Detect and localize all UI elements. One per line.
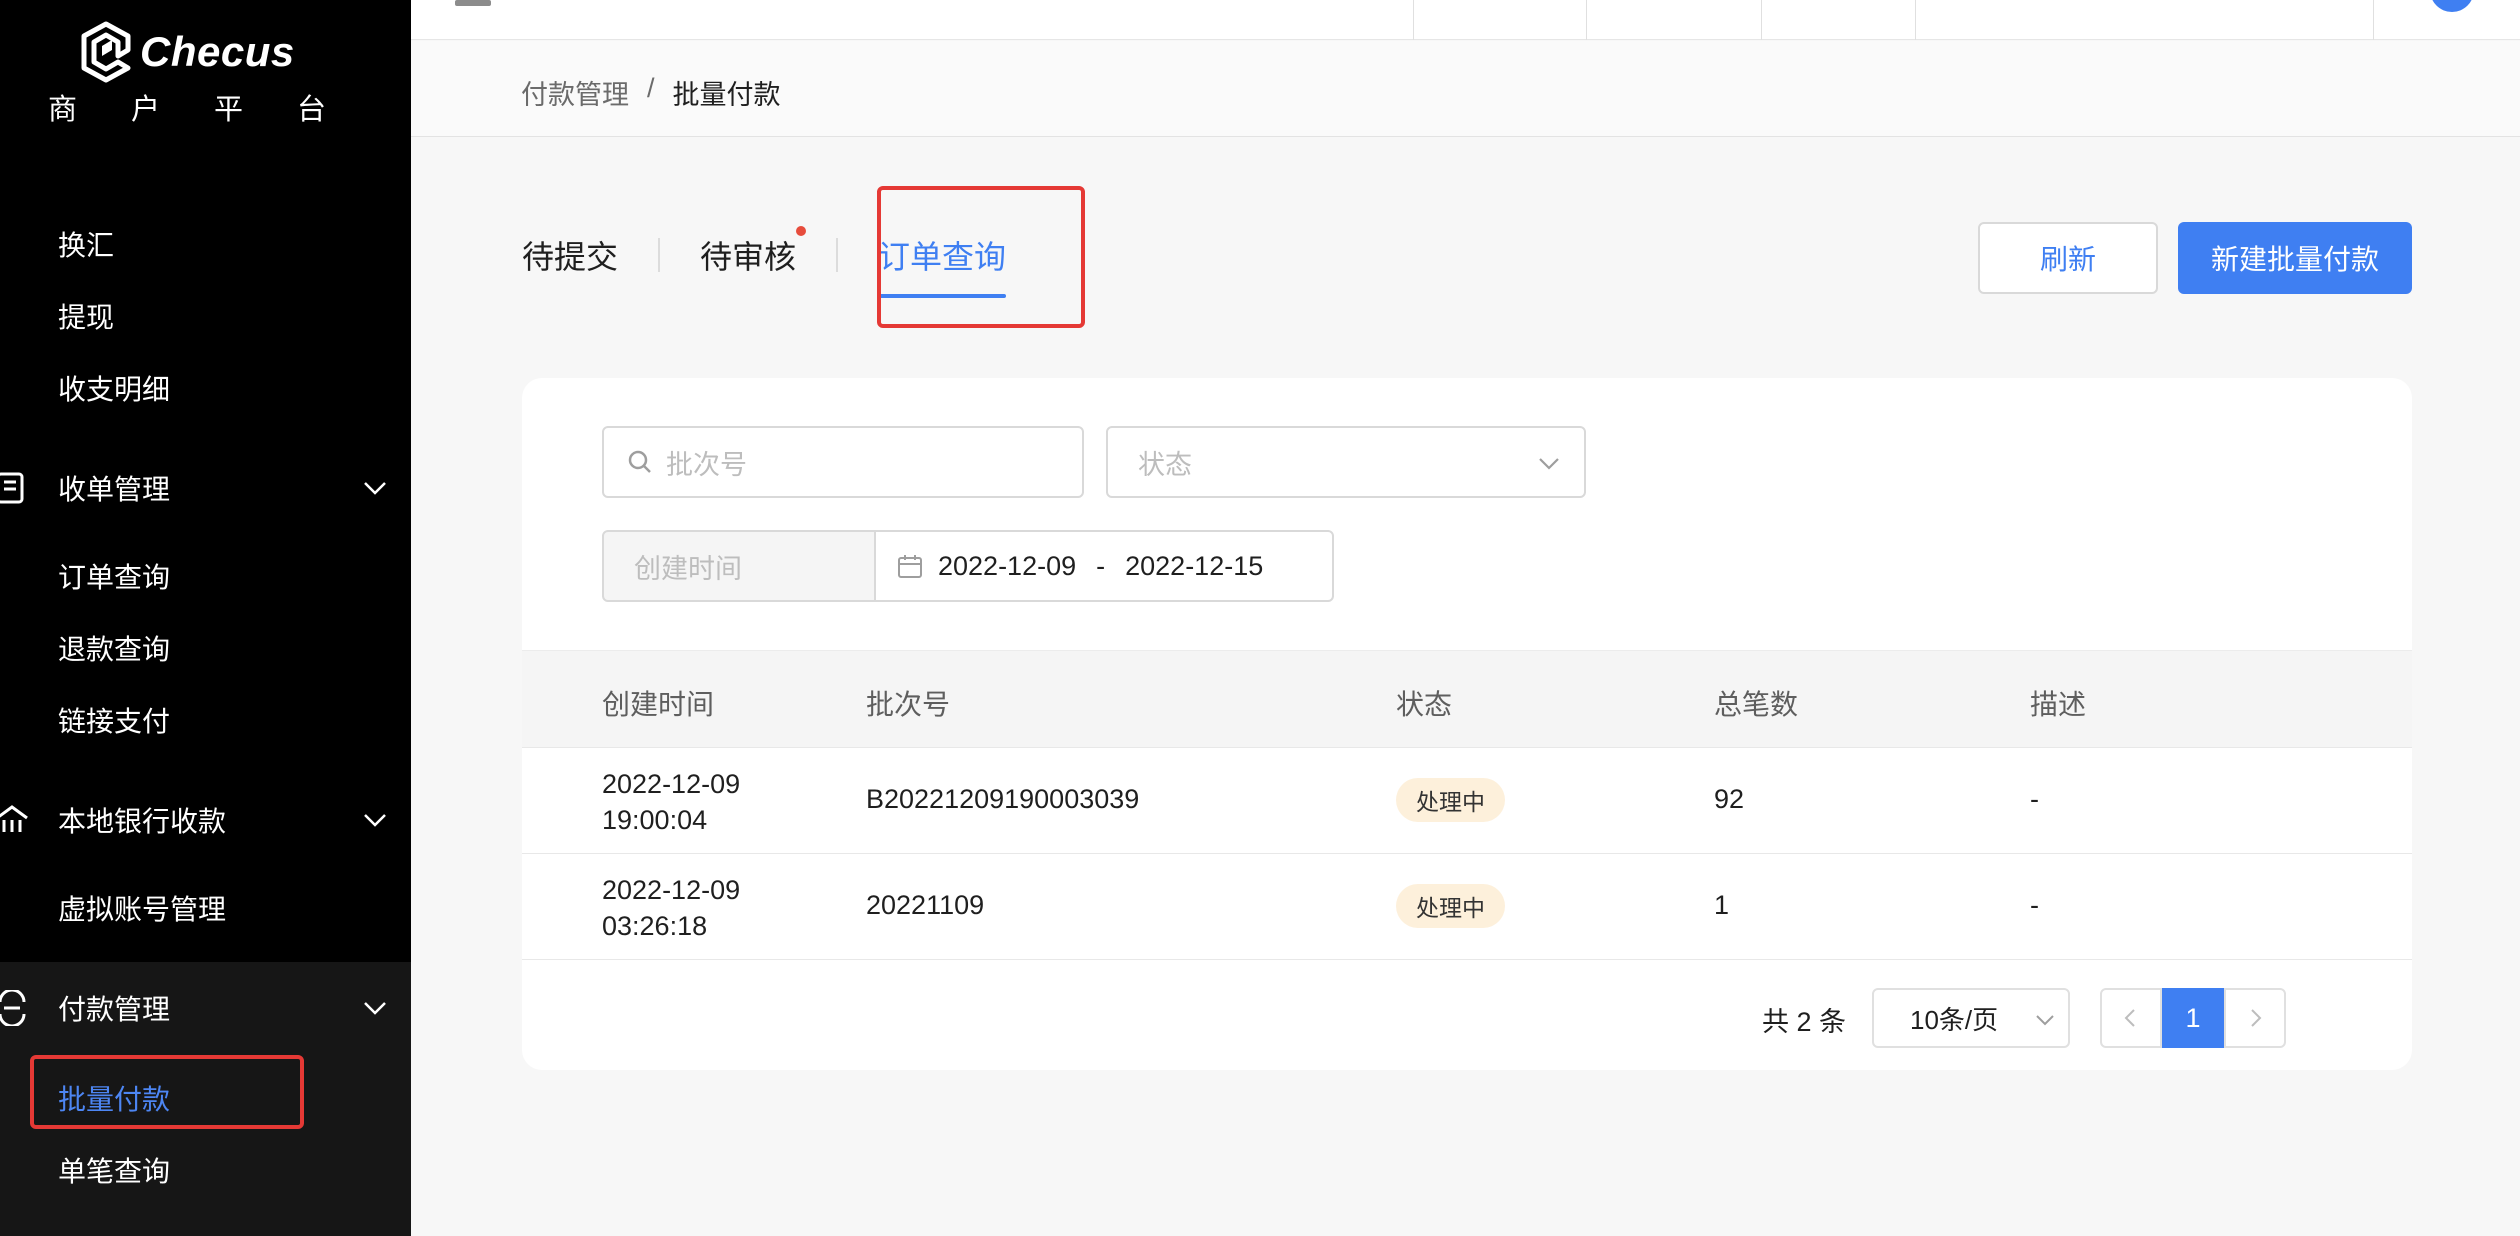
annotation-highlight-box [877,186,1085,328]
breadcrumb-separator: / [647,73,655,103]
tab-label: 待审核 [700,239,797,275]
tab-divider [836,238,839,272]
date-label-text: 创建时间 [634,553,742,584]
date-range-picker[interactable]: 2022-12-09 - 2022-12-15 [874,530,1334,602]
chevron-down-icon [2036,1015,2054,1026]
brand-subtitle-char: 户 [130,94,162,126]
chevron-left-icon [2124,1009,2135,1027]
top-bar [411,0,2520,40]
notification-dot [796,226,807,236]
search-icon [628,450,651,473]
cell-time: 19:00:04 [602,805,708,835]
chevron-right-icon [2251,1009,2262,1027]
status-select[interactable]: 状态 [1106,426,1586,498]
breadcrumb-parent[interactable]: 付款管理 [521,73,629,112]
date-start: 2022-12-09 [938,550,1077,581]
table-row[interactable]: 2022-12-09 19:00:04 B20221209190003039 处… [522,748,2412,854]
refresh-button[interactable]: 刷新 [1978,222,2158,294]
brand-subtitle-char: 商 [48,94,80,126]
chevron-down-icon [364,814,386,827]
tab-pending-submit[interactable]: 待提交 [522,232,618,278]
table-header: 创建时间 批次号 状态 总笔数 描述 [522,650,2412,748]
brand-subtitle: 商 户 平 台 [48,86,328,128]
sidebar-group-label: 付款管理 [58,994,171,1025]
calendar-icon [898,555,922,578]
cell-date: 2022-12-09 [602,769,741,799]
cell-total: 1 [1714,890,1730,920]
column-header-status: 状态 [1396,689,1453,720]
sidebar-item-exchange[interactable]: 换汇 [58,224,114,264]
next-page-button[interactable] [2224,988,2286,1048]
prev-page-button[interactable] [2100,988,2162,1048]
annotation-highlight-box [30,1055,304,1129]
date-separator: - [1096,550,1106,581]
status-badge: 处理中 [1396,884,1505,928]
sidebar-item-single-query[interactable]: 单笔查询 [58,1150,170,1190]
status-placeholder: 状态 [1138,449,1192,480]
page-size-value: 10条/页 [1910,1004,1999,1035]
cell-created: 2022-12-09 19:00:04 [602,766,740,838]
brand-logo: Checus [78,20,295,84]
sidebar-group-bank[interactable]: 本地银行收款 [0,790,411,850]
sidebar-group-label: 收单管理 [58,474,171,505]
table-row[interactable]: 2022-12-09 03:26:18 20221109 处理中 1 - [522,854,2412,960]
status-badge: 处理中 [1396,778,1505,822]
tab-divider [658,238,661,272]
divider [1413,0,1414,40]
menu-toggle-icon[interactable] [455,0,491,6]
divider [1586,0,1587,40]
sidebar-item-withdraw[interactable]: 提现 [58,296,114,336]
sidebar-item-refund-query[interactable]: 退款查询 [58,628,170,668]
divider [1915,0,1916,40]
breadcrumb-bar: 付款管理 / 批量付款 [411,41,2520,137]
page-number-button[interactable]: 1 [2162,988,2224,1048]
breadcrumb-current: 批量付款 [672,80,781,110]
receipt-icon [0,472,24,504]
chevron-down-icon [364,1002,386,1015]
cell-description: - [2030,784,2039,814]
new-batch-payment-button[interactable]: 新建批量付款 [2178,222,2412,294]
results-card: 批次号 状态 创建时间 2022-12-09 - 2022-12-15 创建时间… [522,378,2412,1070]
transfer-icon [0,990,26,1026]
brand-subtitle-char: 台 [296,94,328,126]
column-header-description: 描述 [2030,689,2087,720]
sidebar-item-transactions[interactable]: 收支明细 [58,368,170,408]
cell-total: 92 [1714,784,1745,814]
sidebar-group-payments[interactable]: 付款管理 [0,978,411,1038]
tab-pending-review[interactable]: 待审核 [700,226,807,278]
breadcrumb: 付款管理 / 批量付款 [521,73,781,112]
cell-batch-no: 20221109 [866,890,985,920]
brand-subtitle-char: 平 [213,94,245,126]
date-filter-label: 创建时间 [602,530,878,602]
sidebar-item-virtual-account[interactable]: 虚拟账号管理 [58,888,226,928]
cell-date: 2022-12-09 [602,875,741,905]
sidebar: Checus 商 户 平 台 换汇 提现 收支明细 收单管理 订单查询 退款查询… [0,0,411,1236]
brand-name: Checus [140,28,295,75]
sidebar-group-label: 本地银行收款 [58,806,227,837]
avatar[interactable] [2430,0,2474,12]
column-header-total: 总笔数 [1714,689,1799,720]
sidebar-item-order-query[interactable]: 订单查询 [58,556,170,596]
column-header-batch-no: 批次号 [866,689,951,720]
cell-description: - [2030,890,2039,920]
cell-time: 03:26:18 [602,911,708,941]
batch-number-search-input[interactable]: 批次号 [602,426,1084,498]
cell-created: 2022-12-09 03:26:18 [602,872,740,944]
checus-logo-icon [81,21,131,83]
column-header-created: 创建时间 [602,689,715,720]
sidebar-item-link-payment[interactable]: 链接支付 [58,700,170,740]
page-size-select[interactable]: 10条/页 [1872,988,2070,1048]
cell-batch-no: B20221209190003039 [866,784,1140,814]
date-end: 2022-12-15 [1125,550,1264,581]
search-placeholder: 批次号 [666,449,747,480]
chevron-down-icon [364,482,386,495]
sidebar-group-orders[interactable]: 收单管理 [0,458,411,518]
chevron-down-icon [1539,458,1559,470]
pagination-total: 共 2 条 [1762,1007,1847,1037]
divider [2373,0,2374,40]
divider [1761,0,1762,40]
bank-icon [0,805,28,832]
